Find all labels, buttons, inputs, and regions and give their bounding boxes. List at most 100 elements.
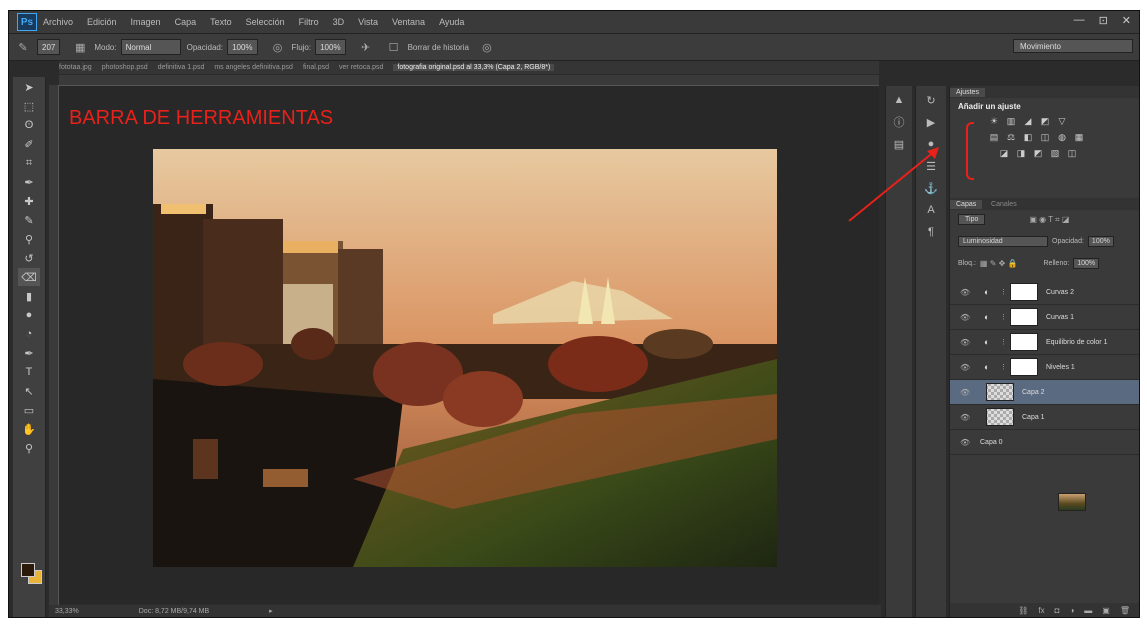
healing-tool-icon[interactable]: ✚	[18, 192, 40, 210]
gradient-tool-icon[interactable]: ▮	[18, 287, 40, 305]
tab-channels[interactable]: Canales	[985, 200, 1023, 209]
visibility-eye-icon[interactable]: 👁	[960, 363, 972, 372]
menu-edicion[interactable]: Edición	[87, 17, 117, 27]
layer-row[interactable]: 👁 ◐ ⋮ Equilibrio de color 1	[950, 330, 1139, 355]
history-icon[interactable]: ↻	[922, 92, 940, 108]
lasso-tool-icon[interactable]: ʘ	[18, 116, 40, 134]
opacity-input[interactable]: 100%	[227, 39, 258, 55]
layer-row[interactable]: 👁 ◐ ⋮ Niveles 1	[950, 355, 1139, 380]
doc-tab[interactable]: ms angeles definitiva.psd	[214, 64, 293, 71]
blur-tool-icon[interactable]: ●	[18, 306, 40, 324]
layer-name[interactable]: Capa 0	[980, 439, 1003, 446]
visibility-eye-icon[interactable]: 👁	[960, 288, 972, 297]
doc-tab[interactable]: ver retoca.psd	[339, 64, 383, 71]
move-tool-icon[interactable]: ➤	[18, 78, 40, 96]
fill-input[interactable]: 100%	[1073, 258, 1100, 269]
info-icon[interactable]: ⓘ	[890, 114, 908, 130]
workspace-select[interactable]: Movimiento	[1013, 39, 1133, 53]
layer-name[interactable]: Capa 2	[1022, 389, 1045, 396]
doc-tab[interactable]: final.psd	[303, 64, 329, 71]
doc-tab[interactable]: photoshop.psd	[102, 64, 148, 71]
zoom-level[interactable]: 33,33%	[55, 608, 79, 615]
brush-panel-icon[interactable]: ▦	[72, 39, 88, 55]
menu-imagen[interactable]: Imagen	[131, 17, 161, 27]
visibility-eye-icon[interactable]: 👁	[960, 413, 972, 422]
brush-tool-icon[interactable]: ✎	[15, 39, 31, 55]
channel-mixer-icon[interactable]: ◍	[1056, 132, 1068, 143]
pen-tool-icon[interactable]: ✒	[18, 344, 40, 362]
menu-ventana[interactable]: Ventana	[392, 17, 425, 27]
doc-tab[interactable]: definitiva 1.psd	[158, 64, 205, 71]
layer-row-selected[interactable]: 👁 Capa 2	[950, 380, 1139, 405]
layer-name[interactable]: Equilibrio de color 1	[1046, 339, 1107, 346]
airbrush-icon[interactable]: ✈	[358, 39, 374, 55]
visibility-eye-icon[interactable]: 👁	[960, 313, 972, 322]
canvas-area[interactable]	[59, 86, 879, 604]
layer-opacity-input[interactable]: 100%	[1087, 236, 1114, 247]
color-lookup-icon[interactable]: ▦	[1073, 132, 1085, 143]
new-group-icon[interactable]: ▬	[1084, 606, 1092, 615]
crop-tool-icon[interactable]: ⌗	[18, 154, 40, 172]
brightness-icon[interactable]: ☀	[988, 116, 1000, 127]
layer-row[interactable]: 👁 Capa 0	[950, 430, 1139, 511]
curves-icon[interactable]: ◢	[1022, 116, 1034, 127]
actions-play-icon[interactable]: ▶	[922, 114, 940, 130]
new-adjustment-icon[interactable]: ◑	[1069, 606, 1074, 615]
menu-3d[interactable]: 3D	[333, 17, 345, 27]
layer-row[interactable]: 👁 ◐ ⋮ Curvas 1	[950, 305, 1139, 330]
menu-filtro[interactable]: Filtro	[299, 17, 319, 27]
layer-row[interactable]: 👁 Capa 1	[950, 405, 1139, 430]
visibility-eye-icon[interactable]: 👁	[960, 338, 972, 347]
black-white-icon[interactable]: ◧	[1022, 132, 1034, 143]
hand-tool-icon[interactable]: ✋	[18, 420, 40, 438]
history-brush-tool-icon[interactable]: ↺	[18, 249, 40, 267]
link-layers-icon[interactable]: ⛓	[1018, 606, 1028, 615]
menu-capa[interactable]: Capa	[175, 17, 197, 27]
menu-seleccion[interactable]: Selección	[246, 17, 285, 27]
minimize-button[interactable]: —	[1074, 14, 1085, 27]
visibility-eye-icon[interactable]: 👁	[960, 388, 972, 397]
menu-texto[interactable]: Texto	[210, 17, 232, 27]
layer-kind-select[interactable]: Tipo	[958, 214, 986, 225]
type-tool-icon[interactable]: T	[18, 363, 40, 381]
levels-icon[interactable]: ▥	[1005, 116, 1017, 127]
visibility-eye-icon[interactable]: 👁	[960, 438, 972, 447]
status-arrow-icon[interactable]: ▸	[269, 607, 273, 615]
shape-tool-icon[interactable]: ▭	[18, 401, 40, 419]
layer-style-icon[interactable]: fx	[1038, 606, 1044, 615]
quick-select-tool-icon[interactable]: ✐	[18, 135, 40, 153]
foreground-color-swatch[interactable]	[21, 563, 35, 577]
clone-stamp-tool-icon[interactable]: ⚲	[18, 230, 40, 248]
add-mask-icon[interactable]: ◘	[1055, 606, 1060, 615]
layer-name[interactable]: Capa 1	[1022, 414, 1045, 421]
lock-icons[interactable]: ▦ ✎ ✥ 🔒	[980, 259, 1018, 268]
marquee-tool-icon[interactable]: ⬚	[18, 97, 40, 115]
new-layer-icon[interactable]: ▣	[1102, 606, 1110, 615]
layer-name[interactable]: Curvas 2	[1046, 289, 1074, 296]
invert-icon[interactable]: ◪	[998, 148, 1010, 159]
posterize-icon[interactable]: ◨	[1015, 148, 1027, 159]
menu-ayuda[interactable]: Ayuda	[439, 17, 464, 27]
vibrance-icon[interactable]: ▽	[1056, 116, 1068, 127]
brush-size-picker[interactable]: 207	[37, 39, 61, 55]
flow-input[interactable]: 100%	[315, 39, 346, 55]
tab-layers[interactable]: Capas	[950, 200, 983, 209]
document-image[interactable]	[153, 149, 777, 567]
layer-name[interactable]: Niveles 1	[1046, 364, 1075, 371]
history-checkbox[interactable]: ☐	[386, 39, 402, 55]
zoom-tool-icon[interactable]: ⚲	[18, 439, 40, 457]
menu-vista[interactable]: Vista	[358, 17, 378, 27]
gradient-map-icon[interactable]: ▧	[1049, 148, 1061, 159]
delete-layer-icon[interactable]: 🗑	[1120, 606, 1130, 615]
mode-select[interactable]: Normal	[120, 39, 181, 55]
layer-name[interactable]: Curvas 1	[1046, 314, 1074, 321]
exposure-icon[interactable]: ◩	[1039, 116, 1051, 127]
selective-color-icon[interactable]: ◫	[1066, 148, 1078, 159]
color-balance-icon[interactable]: ⚖	[1005, 132, 1017, 143]
threshold-icon[interactable]: ◩	[1032, 148, 1044, 159]
layer-row[interactable]: 👁 ◐ ⋮ Curvas 2	[950, 280, 1139, 305]
tab-adjustments[interactable]: Ajustes	[950, 88, 985, 97]
close-button[interactable]: ✕	[1122, 14, 1131, 27]
brush-tool-icon[interactable]: ✎	[18, 211, 40, 229]
photo-filter-icon[interactable]: ◫	[1039, 132, 1051, 143]
